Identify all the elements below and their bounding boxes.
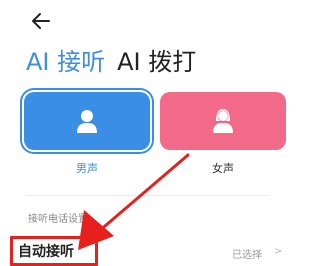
section-divider: [26, 195, 268, 196]
auto-answer-value[interactable]: 已选择: [232, 246, 262, 261]
chevron-right-icon[interactable]: >: [274, 246, 282, 257]
female-avatar-icon: [213, 109, 233, 133]
male-avatar-icon: [77, 110, 97, 133]
tab-ai-answer[interactable]: AI 接听: [26, 46, 105, 78]
auto-answer-label[interactable]: 自动接听: [18, 241, 74, 261]
back-arrow-icon[interactable]: [30, 10, 52, 32]
female-voice-card[interactable]: [160, 92, 286, 150]
male-voice-card[interactable]: [24, 92, 150, 150]
mode-tabs: AI 接听 AI 拨打: [26, 46, 196, 78]
section-label: 接听电话设置: [28, 214, 88, 225]
female-voice-label: 女声: [212, 162, 234, 175]
tab-ai-dial[interactable]: AI 拨打: [117, 46, 196, 78]
male-voice-label: 男声: [76, 162, 98, 175]
